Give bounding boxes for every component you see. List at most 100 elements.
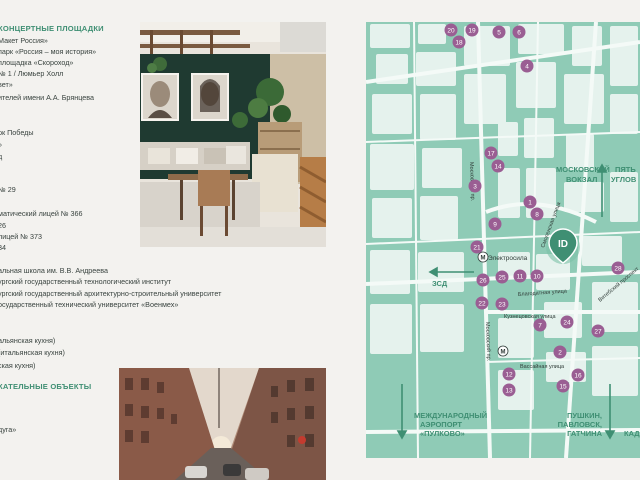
list-item: рк Победы — [0, 128, 34, 137]
cafe-interior-photo — [140, 22, 326, 247]
poi-marker-8[interactable]: 8 — [530, 207, 544, 221]
poi-marker-label: 16 — [574, 372, 582, 379]
svg-text:M: M — [501, 350, 506, 356]
poi-marker-28[interactable]: 28 — [611, 261, 625, 275]
poi-marker-label: 28 — [614, 265, 622, 272]
poi-marker-label: 24 — [563, 319, 571, 326]
direction-airport-line1: МЕЖДУНАРОДНЫЙ — [414, 411, 487, 420]
poi-marker-9[interactable]: 9 — [488, 217, 502, 231]
section-heading-venues: КОНЦЕРТНЫЕ ПЛОЩАДКИ — [0, 24, 104, 33]
poi-marker-26[interactable]: 26 — [476, 273, 490, 287]
poi-marker-label: 22 — [478, 300, 486, 307]
list-item: 34 — [0, 243, 6, 252]
list-item: ителей имени А.А. Брянцева — [0, 93, 94, 102]
section-heading-sights: КАТЕЛЬНЫЕ ОБЪЕКТЫ — [0, 382, 92, 391]
poi-marker-11[interactable]: 11 — [513, 269, 527, 283]
poi-marker-label: 18 — [455, 39, 463, 46]
poi-marker-1[interactable]: 1 — [523, 195, 537, 209]
direction-pyat-uglov-line2: УГЛОВ — [611, 175, 637, 184]
direction-zsd: ЗСД — [432, 279, 448, 288]
list-item: д — [0, 152, 3, 161]
poi-marker-13[interactable]: 13 — [502, 383, 516, 397]
poi-marker-14[interactable]: 14 — [491, 159, 505, 173]
metro-electrosila-icon: M — [477, 251, 489, 263]
direction-airport-line2: АЭРОПОРТ — [420, 420, 462, 429]
poi-marker-label: 10 — [533, 273, 541, 280]
list-item: вет» — [0, 80, 13, 89]
list-item: альянская кухня) — [0, 336, 56, 345]
poi-marker-label: 5 — [497, 29, 501, 36]
poi-marker-12[interactable]: 12 — [502, 367, 516, 381]
poi-marker-23[interactable]: 23 — [495, 297, 509, 311]
poi-marker-17[interactable]: 17 — [484, 146, 498, 160]
poi-marker-25[interactable]: 25 — [495, 270, 509, 284]
list-item: № 1 / Люмьер Холл — [0, 69, 64, 78]
poi-marker-label: 19 — [468, 27, 476, 34]
poi-marker-24[interactable]: 24 — [560, 315, 574, 329]
poi-marker-20[interactable]: 20 — [444, 23, 458, 37]
poi-marker-label: 12 — [505, 371, 513, 378]
list-item: ургский государственный технологический … — [0, 277, 172, 286]
left-text-column: КОНЦЕРТНЫЕ ПЛОЩАДКИ Макет Россия» парк «… — [0, 0, 120, 480]
poi-marker-label: 4 — [525, 63, 529, 70]
poi-marker-label: 26 — [479, 277, 487, 284]
list-item: ургский государственный архитектурно-стр… — [0, 289, 222, 298]
poi-marker-label: 15 — [559, 383, 567, 390]
list-item: парк «Россия – моя история» — [0, 47, 97, 56]
direction-pushkin-line3: ГАТЧИНА — [567, 429, 602, 438]
street-label-moskovsky-prospect-south: Московский пр. — [484, 322, 492, 362]
poi-marker-label: 3 — [473, 183, 477, 190]
poi-marker-3[interactable]: 3 — [468, 179, 482, 193]
poi-marker-16[interactable]: 16 — [571, 368, 585, 382]
list-item: Макет Россия» — [0, 36, 48, 45]
poi-marker-label: 25 — [498, 274, 506, 281]
poi-marker-2[interactable]: 2 — [553, 345, 567, 359]
street-photo — [119, 368, 326, 480]
poi-marker-label: 11 — [517, 273, 524, 280]
poi-marker-label: 27 — [594, 328, 602, 335]
poi-marker-label: 23 — [498, 301, 506, 308]
list-item: № 29 — [0, 185, 16, 194]
list-item: матический лицей № 366 — [0, 209, 83, 218]
list-item: альная школа им. В.В. Андреева — [0, 266, 109, 275]
poi-marker-label: 7 — [538, 322, 542, 329]
metro-moskovskie-vorota-icon: M — [497, 345, 509, 357]
direction-moskovsky-vokzal-line2: ВОКЗАЛ — [566, 175, 597, 184]
direction-pushkin-line2: ПАВЛОВСК, — [558, 420, 602, 429]
list-item: лицей № 373 — [0, 232, 42, 241]
poi-marker-5[interactable]: 5 — [492, 25, 506, 39]
poi-marker-27[interactable]: 27 — [591, 324, 605, 338]
poi-marker-label: 20 — [447, 27, 455, 34]
list-item: 26 — [0, 221, 6, 230]
list-item: дуга» — [0, 425, 17, 434]
list-item: площадка «Скороход» — [0, 58, 74, 67]
poi-marker-21[interactable]: 21 — [470, 240, 484, 254]
direction-kad: КАД — [624, 429, 640, 438]
direction-pyat-uglov-line1: ПЯТЬ — [615, 165, 636, 174]
project-logo: ID — [558, 239, 568, 250]
poi-marker-label: 9 — [493, 221, 497, 228]
list-item: осударственный технический университет «… — [0, 300, 179, 309]
poi-marker-label: 8 — [535, 211, 539, 218]
poi-marker-10[interactable]: 10 — [530, 269, 544, 283]
poi-marker-label: 13 — [505, 387, 513, 394]
poi-marker-label: 2 — [558, 349, 562, 356]
street-label-electrosila: Электросила — [488, 255, 528, 262]
poi-marker-19[interactable]: 19 — [465, 23, 479, 37]
street-label-vassayna: Вассайная улица — [520, 363, 565, 370]
poi-marker-22[interactable]: 22 — [475, 296, 489, 310]
poi-marker-6[interactable]: 6 — [512, 25, 526, 39]
poi-marker-18[interactable]: 18 — [452, 35, 466, 49]
poi-marker-label: 14 — [494, 163, 502, 170]
street-label-kuznetsovskaya: Кузнецовская улица — [504, 314, 556, 320]
list-item: (итальянская кухня) — [0, 348, 65, 357]
poi-marker-4[interactable]: 4 — [520, 59, 534, 73]
poi-marker-15[interactable]: 15 — [556, 379, 570, 393]
svg-text:M: M — [481, 256, 486, 262]
poi-marker-7[interactable]: 7 — [533, 318, 547, 332]
direction-airport-line3: «ПУЛКОВО» — [420, 429, 465, 438]
district-map: ID Электросила Благодатная улица Кузнецо… — [365, 21, 640, 459]
direction-pushkin-line1: ПУШКИН, — [567, 411, 602, 420]
poi-marker-label: 21 — [473, 244, 481, 251]
poi-marker-label: 1 — [528, 199, 532, 206]
